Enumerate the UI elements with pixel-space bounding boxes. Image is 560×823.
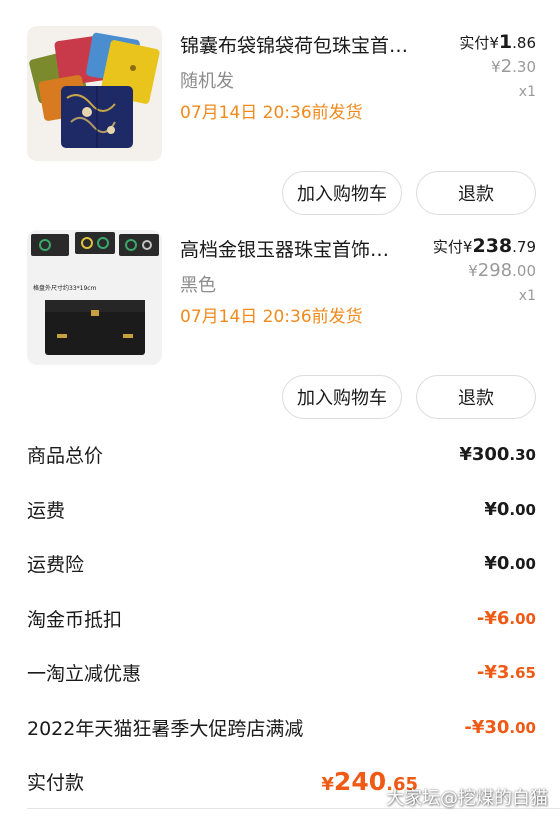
product-title[interactable]: 锦囊布袋锦袋荷包珠宝首… [180,31,430,58]
coin-deduction-value: -¥6.00 [477,608,536,629]
original-price: ¥2.30 [491,56,536,77]
jewelry-box-image: 格盘外尺寸约33*19cm [27,230,162,365]
instant-discount-label: 一淘立减优惠 [27,662,142,685]
coin-dec: .00 [509,609,536,628]
product-thumbnail[interactable] [27,26,162,161]
instant-discount-row: 一淘立减优惠 -¥3.65 [27,657,536,687]
orig-decimal: .00 [512,262,536,280]
shipping-row: 运费 ¥0.00 [27,494,536,524]
shipping-insurance-row: 运费险 ¥0.00 [27,548,536,578]
product-variant: 黑色 [180,275,216,296]
promo-discount-label: 2022年天猫狂暑季大促跨店满减 [27,717,304,740]
box-size-label: 格盘外尺寸约33*19cm [33,284,97,292]
instant-int: -¥3 [476,661,510,683]
shipping-ins-int: ¥0 [484,552,510,574]
add-to-cart-button[interactable]: 加入购物车 [282,375,402,419]
goods-total-value: ¥300.30 [459,444,536,465]
paid-decimal: .79 [512,238,536,256]
product-title[interactable]: 高档金银玉器珠宝首饰… [180,235,415,262]
coin-deduction-label: 淘金币抵扣 [27,608,123,631]
shipping-insurance-label: 运费险 [27,553,85,576]
shipping-label: 运费 [27,499,66,522]
promo-discount-value: -¥30.00 [464,717,536,738]
total-paid-label: 实付款 [27,771,85,794]
paid-decimal: .86 [512,34,536,52]
goods-total-row: 商品总价 ¥300.30 [27,439,536,469]
orig-decimal: .30 [512,58,536,76]
product-variant: 随机发 [180,71,234,92]
ship-deadline: 07月14日 20:36前发货 [180,103,363,123]
original-price: ¥298.00 [468,260,536,281]
orig-int: 2 [500,56,513,77]
ship-deadline: 07月14日 20:36前发货 [180,307,363,327]
shipping-insurance-value: ¥0.00 [484,553,536,574]
add-to-cart-button[interactable]: 加入购物车 [282,171,402,215]
paid-label: 实付 [432,238,463,256]
quantity: x1 [518,288,536,304]
instant-dec: .65 [509,663,536,682]
orig-int: 298 [477,260,513,281]
goods-total-dec: .30 [509,445,536,464]
promo-discount-row: 2022年天猫狂暑季大促跨店满减 -¥30.00 [27,712,536,742]
shipping-value: ¥0.00 [484,499,536,520]
total-paid-int: 240 [333,766,387,796]
coin-deduction-row: 淘金币抵扣 -¥6.00 [27,603,536,633]
watermark: 大家坛@挖煤的白猫 [386,788,548,809]
refund-button[interactable]: 退款 [416,171,536,215]
product-thumbnail[interactable]: 格盘外尺寸约33*19cm [27,230,162,365]
shipping-int: ¥0 [484,498,510,520]
silk-pouches-image [27,26,162,161]
coin-int: -¥6 [476,607,510,629]
shipping-ins-dec: .00 [509,554,536,573]
total-paid-currency: ¥ [321,773,334,795]
paid-price: 实付¥1.86 [459,31,536,53]
refund-button[interactable]: 退款 [416,375,536,419]
promo-dec: .00 [509,718,536,737]
paid-label: 实付 [459,34,490,52]
orig-currency: ¥ [468,262,478,280]
instant-discount-value: -¥3.65 [477,662,536,683]
promo-int: -¥30 [464,716,510,738]
paid-int: 238 [472,235,513,257]
paid-int: 1 [498,31,513,53]
goods-total-int: ¥300 [459,443,510,465]
quantity: x1 [518,84,536,100]
shipping-dec: .00 [509,500,536,519]
paid-currency: ¥ [489,34,499,52]
goods-total-label: 商品总价 [27,444,104,467]
orig-currency: ¥ [491,58,501,76]
paid-price: 实付¥238.79 [433,235,536,257]
